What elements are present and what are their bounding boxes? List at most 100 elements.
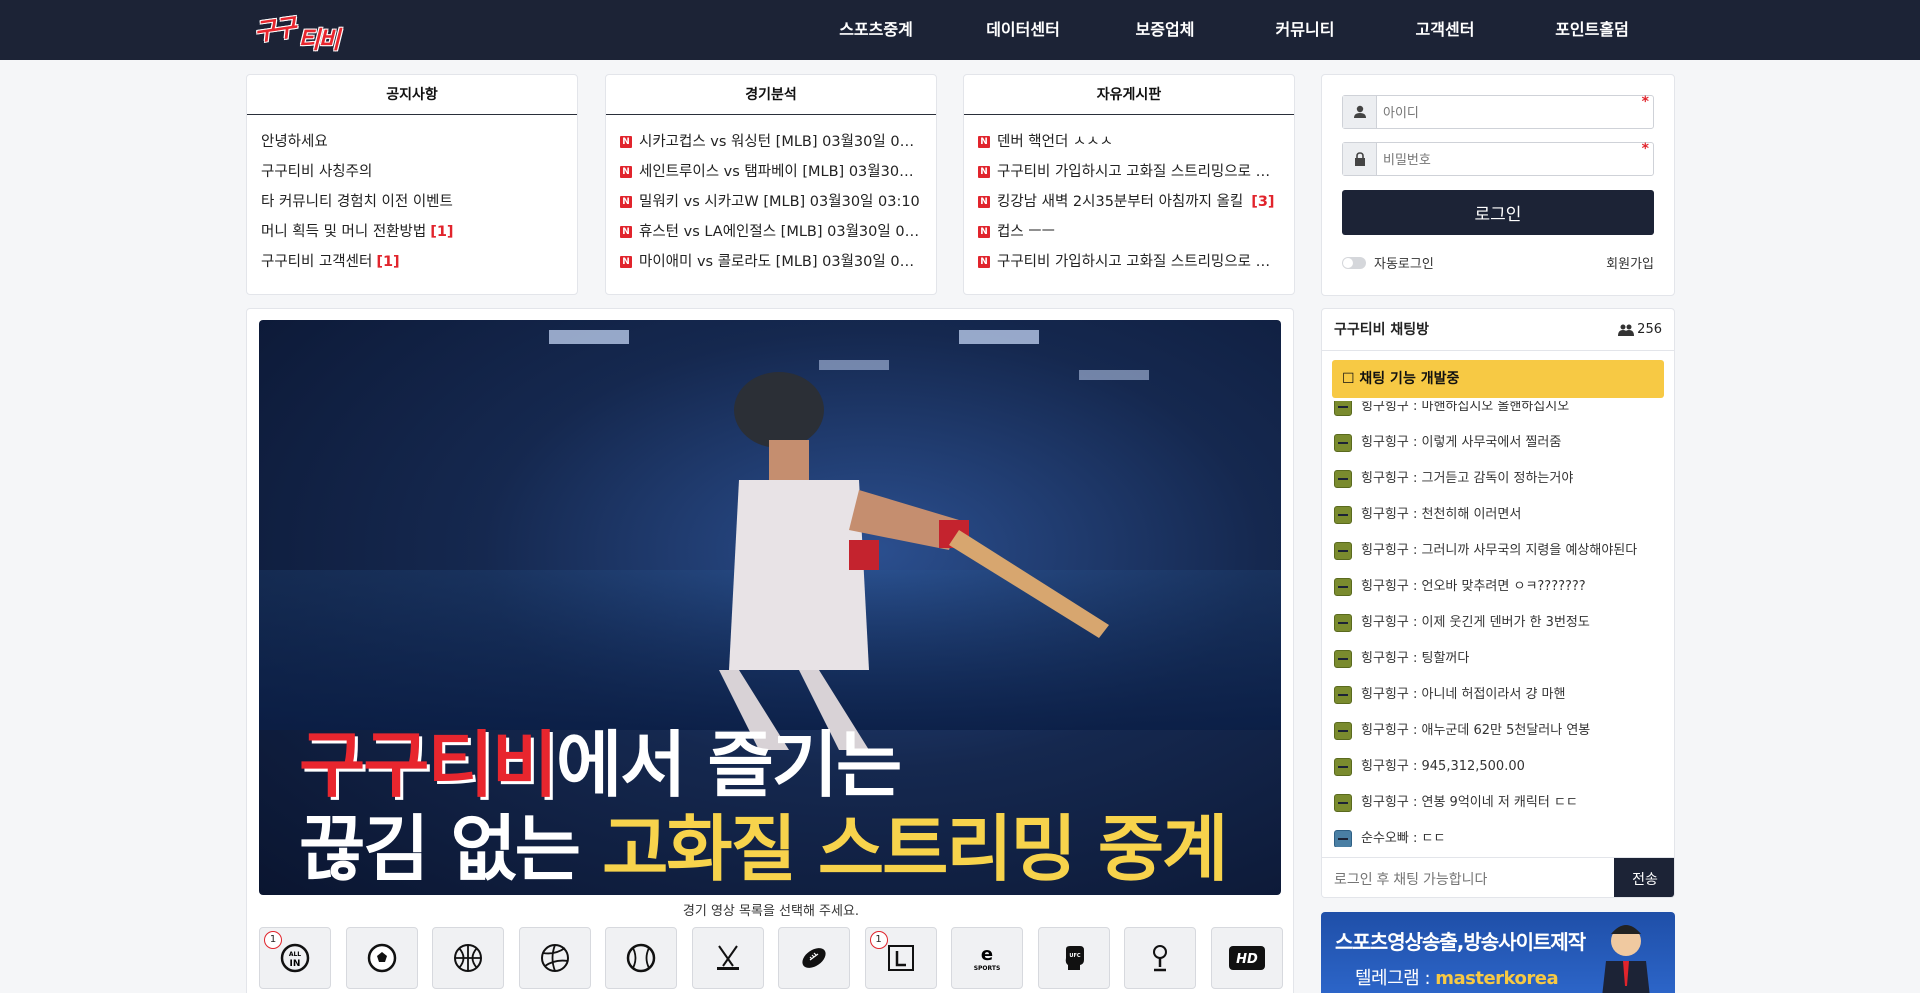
chat-text: 이렇게 사무국에서 찔러줌 [1421, 435, 1562, 450]
board-post[interactable]: 구구티비 사칭주의 [261, 157, 563, 187]
chat-username[interactable]: 힝구힝구 [1361, 785, 1409, 821]
password-field[interactable]: * [1342, 141, 1654, 176]
nav-community[interactable]: 커뮤니티 [1236, 0, 1374, 60]
new-icon: N [978, 136, 990, 148]
chat-message-list[interactable]: 힝구힝구 : 마핸하십시오 올핸하십시오 힝구힝구 : 이렇게 사무국에서 찔러줌… [1322, 401, 1674, 847]
sports-category-list: 1 ALL IN 1 e SPORTS UFC HD [259, 927, 1297, 989]
auto-login-toggle[interactable]: 자동로그인 [1342, 253, 1434, 272]
sport-hockey-button[interactable] [691, 927, 764, 989]
chat-title: 구구티비 채팅방 [1334, 322, 1430, 338]
main-nav: 스포츠중계 데이터센터 보증업체 커뮤니티 고객센터 포인트홀덤 [800, 0, 1668, 60]
board-post[interactable]: N 킹강남 새벽 2시35분부터 아침까지 올킬 [3] [978, 187, 1280, 217]
chat-username[interactable]: 힝구힝구 [1361, 461, 1409, 497]
chat-separator: : [1408, 687, 1422, 702]
username-input[interactable] [1383, 96, 1643, 128]
sport-hd-button[interactable]: HD [1210, 927, 1283, 989]
board-post[interactable]: N 세인트루이스 vs 탬파베이 [MLB] 03월30일 03:15 [620, 157, 922, 187]
batter-illustration [719, 372, 1109, 750]
hero-banner[interactable]: 구구티비에서 즐기는 끊김 없는 고화질 스트리밍 중계 [259, 320, 1281, 895]
nav-sports-broadcast[interactable]: 스포츠중계 [800, 0, 952, 60]
post-title: 휴스턴 vs LA에인절스 [MLB] 03월30일 05:10 [639, 224, 922, 240]
chat-separator: : [1408, 471, 1422, 486]
sport-golf-button[interactable] [1124, 927, 1196, 989]
chat-username[interactable]: 힝구힝구 [1361, 497, 1409, 533]
chat-separator: : [1408, 831, 1422, 846]
board-post[interactable]: N 덴버 핵언더 ㅅㅅㅅ [978, 127, 1280, 157]
chat-username[interactable]: 순수오빠 [1361, 821, 1409, 847]
chat-input[interactable] [1322, 858, 1612, 897]
chat-username[interactable]: 힝구힝구 [1361, 401, 1409, 425]
chat-text: 마핸하십시오 올핸하십시오 [1421, 401, 1570, 414]
site-logo[interactable]: 구구 티비 [252, 8, 354, 54]
board-notice: 공지사항 안녕하세요 구구티비 사칭주의 타 커뮤니티 경험치 이전 이벤트 머… [246, 74, 578, 295]
sport-volleyball-button[interactable] [518, 927, 591, 989]
chat-username[interactable]: 힝구힝구 [1361, 677, 1409, 713]
chat-message: 힝구힝구 : 애누군데 62만 5천달러나 연봉 [1322, 713, 1674, 749]
chat-username[interactable]: 힝구힝구 [1361, 533, 1409, 569]
login-button[interactable]: 로그인 [1342, 190, 1654, 235]
sport-ufc-button[interactable]: UFC [1037, 927, 1110, 989]
chat-username[interactable]: 힝구힝구 [1361, 641, 1409, 677]
post-title: 밀워키 vs 시카고W [MLB] 03월30일 03:10 [639, 194, 920, 210]
level-icon [1334, 470, 1352, 488]
username-field[interactable]: * [1342, 94, 1654, 129]
level-icon [1334, 506, 1352, 524]
post-title: 구구티비 가입하시고 고화질 스트리밍으로 경기 보세요 [997, 254, 1280, 270]
board-post[interactable]: N 컵스 ㅡㅡ [978, 217, 1280, 247]
chat-username[interactable]: 힝구힝구 [1361, 749, 1409, 785]
new-icon: N [620, 226, 632, 238]
board-post[interactable]: 머니 획득 및 머니 전환방법 [1] [261, 217, 563, 247]
sport-basketball-button[interactable] [432, 927, 504, 989]
board-title[interactable]: 자유게시판 [964, 75, 1294, 115]
sport-esports-button[interactable]: e SPORTS [951, 927, 1023, 989]
football-icon [802, 948, 826, 968]
nav-verified-sites[interactable]: 보증업체 [1094, 0, 1236, 60]
sport-football-button[interactable] [778, 927, 850, 989]
sport-all-in-button[interactable]: 1 ALL IN [259, 927, 331, 989]
chat-text: 그러니까 사무국의 지령을 예상해야된다 [1421, 543, 1638, 558]
board-post[interactable]: N 밀워키 vs 시카고W [MLB] 03월30일 03:10 [620, 187, 922, 217]
board-post[interactable]: 타 커뮤니티 경험치 이전 이벤트 [261, 187, 563, 217]
nav-data-center[interactable]: 데이터센터 [952, 0, 1094, 60]
board-post[interactable]: N 휴스턴 vs LA에인절스 [MLB] 03월30일 05:10 [620, 217, 922, 247]
new-icon: N [978, 196, 990, 208]
toggle-switch[interactable] [1342, 256, 1366, 269]
post-title: 덴버 핵언더 ㅅㅅㅅ [997, 134, 1113, 150]
signup-link[interactable]: 회원가입 [1606, 253, 1654, 272]
chat-separator: : [1408, 795, 1422, 810]
post-title: 세인트루이스 vs 탬파베이 [MLB] 03월30일 03:15 [639, 164, 922, 180]
chat-separator: : [1408, 651, 1422, 666]
board-post[interactable]: N 구구티비 가입하시고 고화질 스트리밍으로 경기 보세요 [978, 247, 1280, 277]
nav-point-holdem[interactable]: 포인트홀덤 [1516, 0, 1668, 60]
board-title[interactable]: 공지사항 [247, 75, 577, 115]
chat-username[interactable]: 힝구힝구 [1361, 569, 1409, 605]
chat-text: 언오바 맞추려면 ㅇㅋ??????? [1421, 579, 1586, 594]
sport-baseball-button[interactable] [605, 927, 677, 989]
svg-text:ALL: ALL [289, 951, 301, 958]
post-title: 타 커뮤니티 경험치 이전 이벤트 [261, 194, 453, 210]
chat-username[interactable]: 힝구힝구 [1361, 605, 1409, 641]
level-icon [1334, 578, 1352, 596]
chat-message: 힝구힝구 : 945,312,500.00 [1322, 749, 1674, 785]
board-post[interactable]: N 구구티비 가입하시고 고화질 스트리밍으로 경기 보세요 [978, 157, 1280, 187]
board-post[interactable]: N 시카고컵스 vs 워싱턴 [MLB] 03월30일 03:05 [620, 127, 922, 157]
chat-username[interactable]: 힝구힝구 [1361, 425, 1409, 461]
send-button[interactable]: 전송 [1614, 858, 1674, 897]
svg-text:UFC: UFC [1069, 953, 1080, 959]
hero-text: 끊김 없는 [299, 807, 603, 891]
sport-soccer-button[interactable] [345, 927, 418, 989]
login-panel: * * 로그인 자동로그인 회원가입 [1321, 74, 1675, 296]
board-post[interactable]: 안녕하세요 [261, 127, 563, 157]
ad-banner[interactable]: 스포츠영상송출,방송사이트제작 텔레그램 : masterkorea [1321, 912, 1675, 993]
board-title[interactable]: 경기분석 [606, 75, 936, 115]
chat-message: 힝구힝구 : 이렇게 사무국에서 찔러줌 [1322, 425, 1674, 461]
ufc-glove-icon: UFC [1065, 946, 1084, 970]
chat-username[interactable]: 힝구힝구 [1361, 713, 1409, 749]
board-post[interactable]: N 마이애미 vs 콜로라도 [MLB] 03월30일 02:10 [620, 247, 922, 277]
nav-customer-center[interactable]: 고객센터 [1374, 0, 1516, 60]
board-post[interactable]: 구구티비 고객센터 [1] [261, 247, 563, 277]
password-input[interactable] [1383, 143, 1643, 175]
chat-message: 힝구힝구 : 그러니까 사무국의 지령을 예상해야된다 [1322, 533, 1674, 569]
level-icon [1334, 650, 1352, 668]
sport-lol-button[interactable]: 1 [864, 927, 937, 989]
